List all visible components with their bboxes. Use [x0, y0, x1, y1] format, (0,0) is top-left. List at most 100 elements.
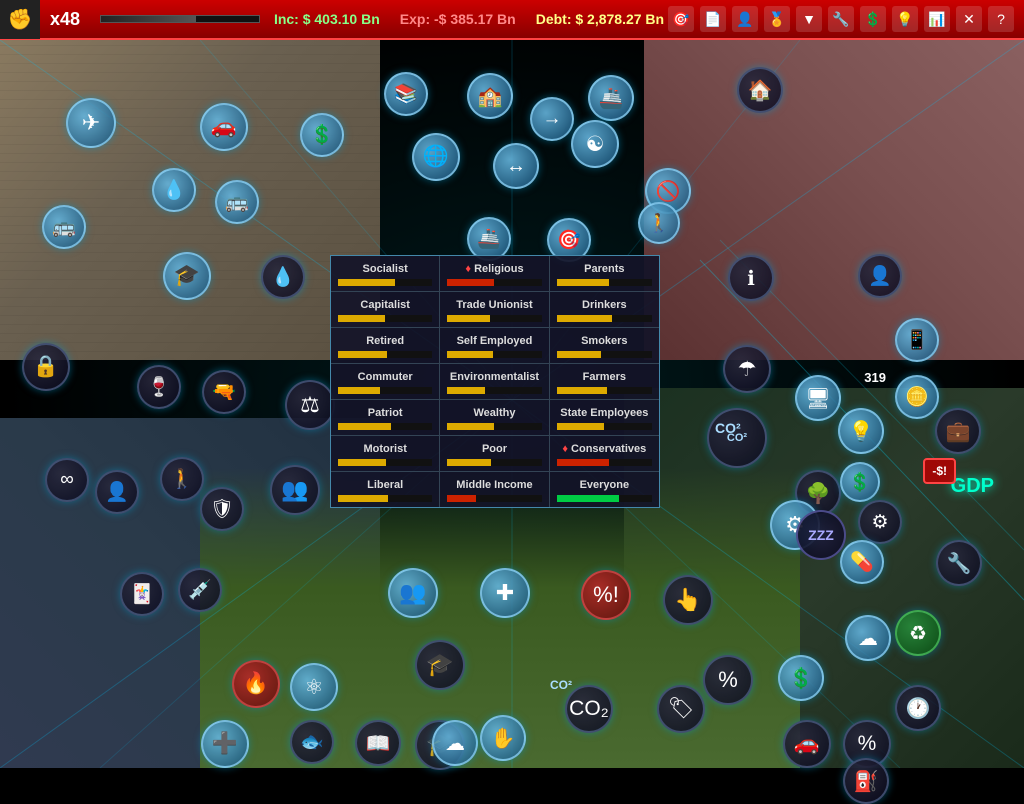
person-icon[interactable]: 👤 [732, 6, 758, 32]
co2-label-1: CO² [715, 420, 741, 436]
voter-name-religious: Religious [465, 263, 523, 275]
voter-name-patriot: Patriot [368, 407, 403, 419]
voter-cell-4-0[interactable]: Patriot [331, 400, 440, 435]
voter-cell-4-2[interactable]: State Employees [550, 400, 659, 435]
topbar: ✊ x48 Inc: $ 403.10 Bn Exp: -$ 385.17 Bn… [0, 0, 1024, 40]
voter-bar-bg-1-2 [557, 315, 652, 322]
voter-name-parents: Parents [584, 263, 624, 275]
voter-bar-bg-0-2 [557, 279, 652, 286]
voter-cell-3-0[interactable]: Commuter [331, 364, 440, 399]
multiplier-label: x48 [40, 9, 90, 30]
voter-name-socialist: Socialist [363, 263, 408, 275]
voter-cell-0-0[interactable]: Socialist [331, 256, 440, 291]
voter-cell-4-1[interactable]: Wealthy [440, 400, 549, 435]
voter-name-conservatives: Conservatives [562, 443, 646, 455]
voter-name-trade-unionist: Trade Unionist [456, 299, 532, 311]
voter-row-1: Capitalist Trade Unionist Drinkers [331, 292, 659, 328]
voter-bar-bg-5-0 [338, 459, 432, 466]
voter-cell-0-1[interactable]: Religious [440, 256, 549, 291]
filter-icon[interactable]: ▼ [796, 6, 822, 32]
voter-bar-fill-1-0 [338, 315, 385, 322]
document-icon[interactable]: 📄 [700, 6, 726, 32]
voter-bar-bg-5-1 [447, 459, 541, 466]
help-icon[interactable]: ? [988, 6, 1014, 32]
voter-bar-bg-5-2 [557, 459, 652, 466]
voter-name-retired: Retired [366, 335, 404, 347]
voter-name-poor: Poor [482, 443, 507, 455]
voter-cell-6-0[interactable]: Liberal [331, 472, 440, 507]
voter-cell-5-2[interactable]: Conservatives [550, 436, 659, 471]
voter-row-3: Commuter Environmentalist Farmers [331, 364, 659, 400]
chart-icon[interactable]: 📊 [924, 6, 950, 32]
voter-bar-fill-1-2 [557, 315, 612, 322]
voter-bar-fill-6-1 [447, 495, 475, 502]
medal-icon[interactable]: 🏅 [764, 6, 790, 32]
voter-name-state-employees: State Employees [560, 407, 648, 419]
gdp-label: GDP [951, 475, 994, 498]
voter-bar-bg-6-0 [338, 495, 432, 502]
voter-bar-bg-6-2 [557, 495, 652, 502]
voter-cell-0-2[interactable]: Parents [550, 256, 659, 291]
voter-cell-2-1[interactable]: Self Employed [440, 328, 549, 363]
voter-bar-bg-1-0 [338, 315, 432, 322]
voter-name-drinkers: Drinkers [582, 299, 627, 311]
dollar-icon[interactable]: 💲 [860, 6, 886, 32]
voter-cell-1-2[interactable]: Drinkers [550, 292, 659, 327]
voter-bar-fill-2-0 [338, 351, 387, 358]
voter-bar-fill-2-2 [557, 351, 602, 358]
voter-bar-bg-0-1 [447, 279, 541, 286]
voter-bar-fill-3-2 [557, 387, 608, 394]
voter-bar-bg-2-2 [557, 351, 652, 358]
neg-dollar-badge: -$! [923, 458, 956, 484]
voter-bar-fill-5-1 [447, 459, 490, 466]
voter-bar-bg-4-1 [447, 423, 541, 430]
topbar-progress-bar [100, 15, 260, 23]
voter-bar-fill-6-0 [338, 495, 388, 502]
income-stat: Inc: $ 403.10 Bn [274, 11, 380, 27]
voter-bar-bg-4-2 [557, 423, 652, 430]
voter-cell-2-0[interactable]: Retired [331, 328, 440, 363]
voter-cell-3-1[interactable]: Environmentalist [440, 364, 549, 399]
voter-row-2: Retired Self Employed Smokers [331, 328, 659, 364]
topbar-logo: ✊ [0, 0, 40, 39]
voter-cell-6-1[interactable]: Middle Income [440, 472, 549, 507]
bulb-icon[interactable]: 💡 [892, 6, 918, 32]
voter-name-liberal: Liberal [367, 479, 403, 491]
wrench-icon[interactable]: 🔧 [828, 6, 854, 32]
background-topleft [0, 40, 380, 360]
close-icon[interactable]: ✕ [956, 6, 982, 32]
voter-panel: Socialist Religious Parents Capitalist Trade… [330, 255, 660, 508]
voter-bar-bg-3-2 [557, 387, 652, 394]
voter-cell-6-2[interactable]: Everyone [550, 472, 659, 507]
voter-bar-bg-4-0 [338, 423, 432, 430]
background-topright [644, 40, 1024, 360]
voter-row-0: Socialist Religious Parents [331, 256, 659, 292]
voter-name-capitalist: Capitalist [360, 299, 410, 311]
voter-name-motorist: Motorist [363, 443, 406, 455]
voter-bar-fill-3-0 [338, 387, 380, 394]
voter-cell-5-1[interactable]: Poor [440, 436, 549, 471]
voter-bar-bg-3-0 [338, 387, 432, 394]
voter-cell-3-2[interactable]: Farmers [550, 364, 659, 399]
voter-cell-5-0[interactable]: Motorist [331, 436, 440, 471]
voter-bar-bg-2-0 [338, 351, 432, 358]
voter-name-self-employed: Self Employed [457, 335, 533, 347]
voter-row-6: Liberal Middle Income Everyone [331, 472, 659, 507]
voter-bar-fill-0-1 [447, 279, 494, 286]
voter-bar-fill-4-1 [447, 423, 493, 430]
voter-bar-bg-6-1 [447, 495, 541, 502]
voter-name-middle-income: Middle Income [456, 479, 532, 491]
voter-name-environmentalist: Environmentalist [450, 371, 539, 383]
voter-bar-bg-0-0 [338, 279, 432, 286]
num-319: 319 [864, 370, 886, 385]
voter-cell-2-2[interactable]: Smokers [550, 328, 659, 363]
debt-stat: Debt: $ 2,878.27 Bn [536, 11, 664, 27]
voter-bar-fill-1-1 [447, 315, 489, 322]
voter-bar-fill-5-2 [557, 459, 609, 466]
voter-cell-1-0[interactable]: Capitalist [331, 292, 440, 327]
voter-name-commuter: Commuter [358, 371, 413, 383]
expense-stat: Exp: -$ 385.17 Bn [400, 11, 516, 27]
voter-cell-1-1[interactable]: Trade Unionist [440, 292, 549, 327]
target-icon[interactable]: 🎯 [668, 6, 694, 32]
voter-bar-fill-0-2 [557, 279, 609, 286]
